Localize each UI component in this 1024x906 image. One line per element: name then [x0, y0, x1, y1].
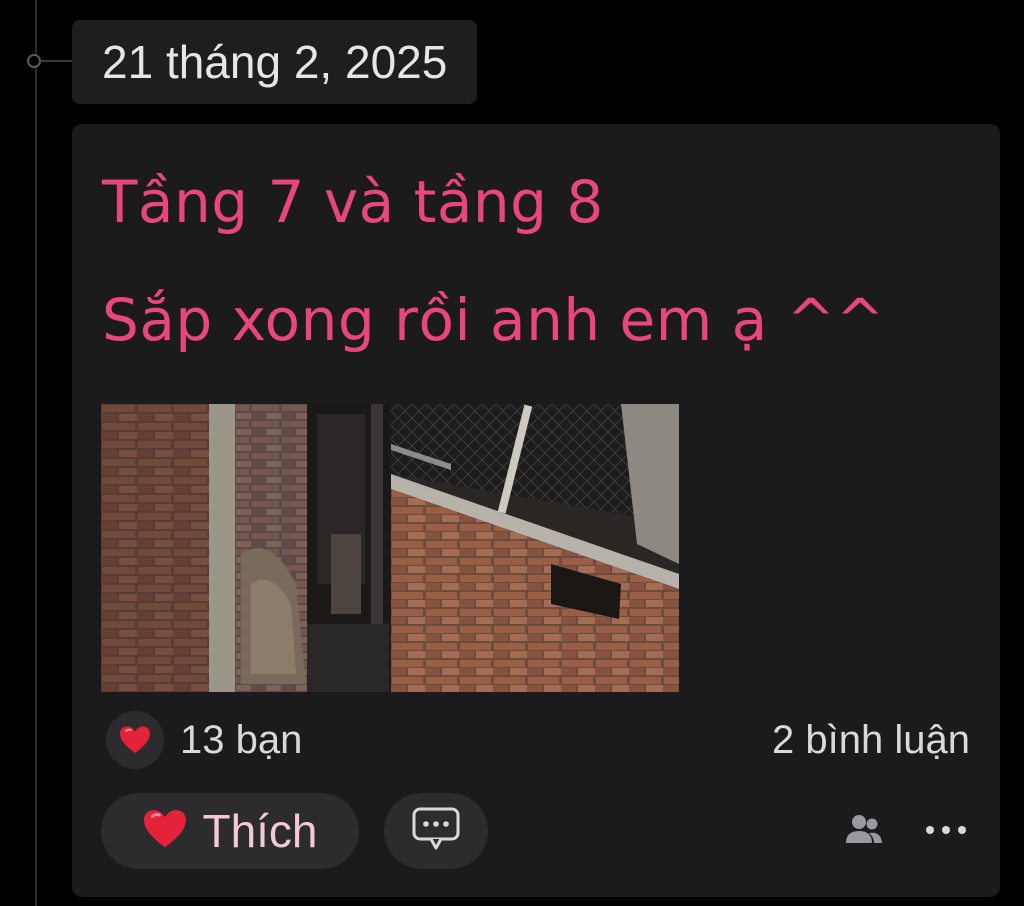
post-photo-1[interactable]: [101, 404, 389, 692]
post-photo-2[interactable]: [391, 404, 679, 692]
like-label: Thích: [202, 805, 318, 857]
timeline-connector: [41, 60, 72, 62]
more-options-button[interactable]: [920, 812, 972, 850]
people-icon: [845, 813, 883, 850]
reaction-count[interactable]: 13 bạn: [180, 718, 302, 763]
post-text-line-1: Tầng 7 và tầng 8: [102, 168, 604, 236]
reaction-heart-icon[interactable]: [106, 711, 164, 769]
timeline-line: [35, 0, 37, 906]
comment-bubble-icon: [411, 806, 461, 857]
comment-button[interactable]: [384, 793, 488, 869]
photo-grid: [101, 404, 681, 692]
like-button[interactable]: Thích: [101, 793, 359, 869]
heart-icon: [142, 808, 188, 855]
post-text-line-2: Sắp xong rồi anh em ạ ^^: [102, 286, 885, 354]
post-card: Tầng 7 và tầng 8 Sắp xong rồi anh em ạ ^…: [72, 124, 1000, 897]
memory-page: 21 tháng 2, 2025 Tầng 7 và tầng 8 Sắp xo…: [0, 0, 1024, 906]
comment-count[interactable]: 2 bình luận: [772, 718, 970, 763]
timeline-node: [27, 54, 41, 68]
date-header: 21 tháng 2, 2025: [72, 20, 478, 104]
more-icon: [924, 822, 968, 840]
audience-button[interactable]: [842, 812, 886, 850]
